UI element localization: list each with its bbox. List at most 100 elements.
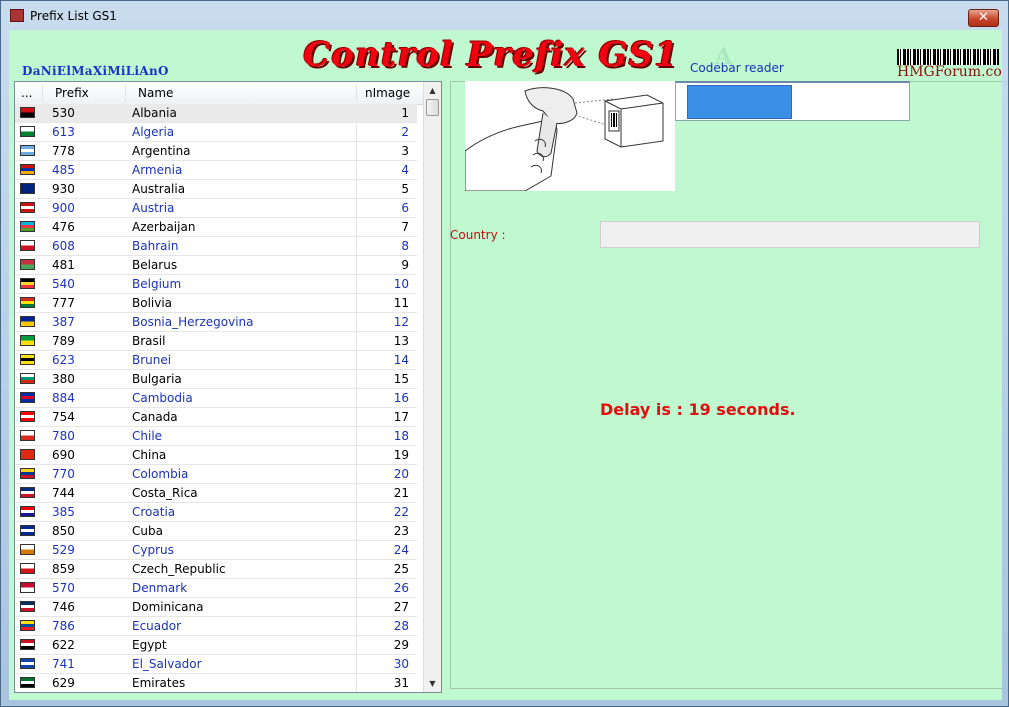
table-row[interactable]: 481 Belarus 9 — [15, 256, 417, 275]
nimage-cell: 24 — [393, 543, 409, 557]
title-bar[interactable]: Prefix List GS1 ✕ — [1, 1, 1008, 30]
flag-icon — [20, 335, 35, 346]
banner-title: Control Prefix GS1 — [303, 35, 679, 75]
table-row[interactable]: 485 Armenia 4 — [15, 161, 417, 180]
nimage-cell: 15 — [393, 372, 409, 386]
prefix-cell: 622 — [52, 638, 75, 652]
name-cell: Brasil — [132, 334, 166, 348]
prefix-cell: 930 — [52, 182, 75, 196]
table-row[interactable]: 778 Argentina 3 — [15, 142, 417, 161]
table-row[interactable]: 789 Brasil 13 — [15, 332, 417, 351]
table-row[interactable]: 629 Emirates 31 — [15, 674, 417, 692]
table-row[interactable]: 623 Brunei 14 — [15, 351, 417, 370]
nimage-cell: 1 — [401, 106, 409, 120]
flag-icon — [20, 316, 35, 327]
flag-icon — [20, 278, 35, 289]
nimage-cell: 30 — [393, 657, 409, 671]
prefix-cell: 608 — [52, 239, 75, 253]
prefix-cell: 770 — [52, 467, 75, 481]
name-cell: Bolivia — [132, 296, 173, 310]
name-cell: Denmark — [132, 581, 188, 595]
flag-icon — [20, 392, 35, 403]
table-row[interactable]: 777 Bolivia 11 — [15, 294, 417, 313]
flag-icon — [20, 373, 35, 384]
prefix-cell: 741 — [52, 657, 75, 671]
reader-progress-fill — [687, 85, 792, 119]
table-row[interactable]: 850 Cuba 23 — [15, 522, 417, 541]
table-row[interactable]: 786 Ecuador 28 — [15, 617, 417, 636]
name-cell: Colombia — [132, 467, 189, 481]
scroll-up-icon[interactable]: ▲ — [424, 82, 441, 99]
column-header-name[interactable]: Name — [138, 86, 173, 100]
scroll-thumb[interactable] — [426, 99, 439, 116]
table-row[interactable]: 613 Algeria 2 — [15, 123, 417, 142]
name-cell: Australia — [132, 182, 186, 196]
codebar-reader-label: Codebar reader — [690, 61, 784, 75]
prefix-cell: 780 — [52, 429, 75, 443]
prefix-cell: 778 — [52, 144, 75, 158]
table-row[interactable]: 754 Canada 17 — [15, 408, 417, 427]
name-cell: Argentina — [132, 144, 191, 158]
prefix-cell: 481 — [52, 258, 75, 272]
prefix-cell: 777 — [52, 296, 75, 310]
name-cell: Belgium — [132, 277, 182, 291]
table-row[interactable]: 529 Cyprus 24 — [15, 541, 417, 560]
table-row[interactable]: 622 Egypt 29 — [15, 636, 417, 655]
column-header-flag[interactable]: ... — [21, 86, 32, 100]
table-row[interactable]: 744 Costa_Rica 21 — [15, 484, 417, 503]
flag-icon — [20, 506, 35, 517]
table-row[interactable]: 930 Australia 5 — [15, 180, 417, 199]
nimage-cell: 4 — [401, 163, 409, 177]
flag-icon — [20, 658, 35, 669]
nimage-cell: 5 — [401, 182, 409, 196]
table-row[interactable]: 900 Austria 6 — [15, 199, 417, 218]
close-button[interactable]: ✕ — [968, 9, 999, 27]
table-row[interactable]: 608 Bahrain 8 — [15, 237, 417, 256]
table-row[interactable]: 530 Albania 1 — [15, 104, 417, 123]
flag-icon — [20, 240, 35, 251]
table-row[interactable]: 780 Chile 18 — [15, 427, 417, 446]
table-row[interactable]: 770 Colombia 20 — [15, 465, 417, 484]
flag-icon — [20, 107, 35, 118]
table-row[interactable]: 746 Dominicana 27 — [15, 598, 417, 617]
country-field[interactable] — [600, 221, 980, 248]
table-row[interactable]: 476 Azerbaijan 7 — [15, 218, 417, 237]
barcode-scanner-image — [465, 81, 675, 191]
column-header-nimage[interactable]: nImage — [365, 86, 410, 100]
flag-icon — [20, 411, 35, 422]
column-header-prefix[interactable]: Prefix — [55, 86, 89, 100]
scroll-down-icon[interactable]: ▼ — [424, 675, 441, 692]
prefix-cell: 530 — [52, 106, 75, 120]
table-row[interactable]: 741 El_Salvador 30 — [15, 655, 417, 674]
flag-icon — [20, 297, 35, 308]
name-cell: Bosnia_Herzegovina — [132, 315, 254, 329]
table-row[interactable]: 385 Croatia 22 — [15, 503, 417, 522]
name-cell: Bulgaria — [132, 372, 182, 386]
nimage-cell: 21 — [393, 486, 409, 500]
flag-icon — [20, 164, 35, 175]
table-row[interactable]: 690 China 19 — [15, 446, 417, 465]
prefix-cell: 485 — [52, 163, 75, 177]
table-row[interactable]: 380 Bulgaria 15 — [15, 370, 417, 389]
table-row[interactable]: 540 Belgium 10 — [15, 275, 417, 294]
author-label: DaNiElMaXiMiLiAnO — [22, 64, 169, 78]
name-cell: Egypt — [132, 638, 167, 652]
prefix-cell: 850 — [52, 524, 75, 538]
table-row[interactable]: 884 Cambodia 16 — [15, 389, 417, 408]
grid-scrollbar[interactable]: ▲ ▼ — [423, 82, 441, 692]
prefix-cell: 754 — [52, 410, 75, 424]
table-row[interactable]: 570 Denmark 26 — [15, 579, 417, 598]
prefix-cell: 570 — [52, 581, 75, 595]
name-cell: Croatia — [132, 505, 176, 519]
table-row[interactable]: 859 Czech_Republic 25 — [15, 560, 417, 579]
name-cell: Cyprus — [132, 543, 174, 557]
table-row[interactable]: 387 Bosnia_Herzegovina 12 — [15, 313, 417, 332]
flag-icon — [20, 259, 35, 270]
prefix-cell: 690 — [52, 448, 75, 462]
name-cell: China — [132, 448, 167, 462]
nimage-cell: 2 — [401, 125, 409, 139]
flag-icon — [20, 430, 35, 441]
flag-icon — [20, 126, 35, 137]
prefix-grid[interactable]: ... Prefix Name nImage 530 Albania 1 613 Alg… — [14, 81, 442, 693]
nimage-cell: 11 — [393, 296, 409, 310]
